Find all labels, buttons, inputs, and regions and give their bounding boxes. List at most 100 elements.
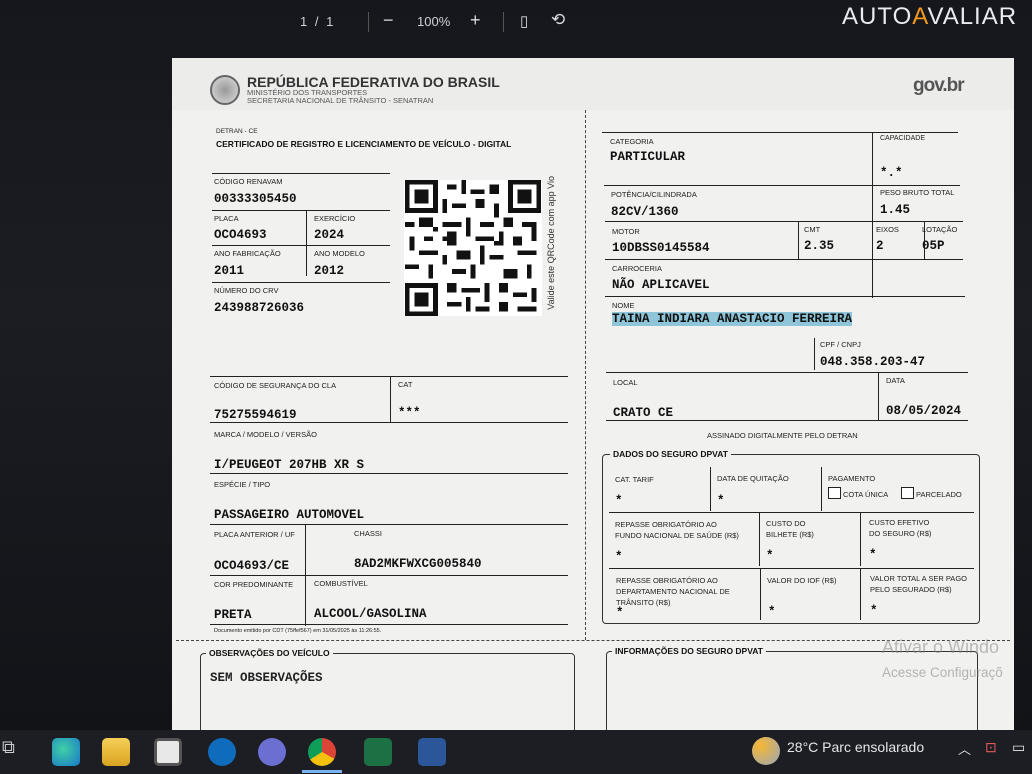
screen: 1 / 1 − 100% + ▯ ⟲ AUTOAVALIAR REPÚBLICA… (0, 0, 1032, 774)
fold-divider (585, 110, 586, 640)
capacidade-label: CAPACIDADE (880, 135, 925, 142)
document-header: REPÚBLICA FEDERATIVA DO BRASIL MINISTÉRI… (172, 58, 1014, 110)
combustivel-value: ALCOOL/GASOLINA (314, 607, 427, 621)
toolbar-divider (368, 12, 369, 32)
data-quitacao-label: DATA DE QUITAÇÃO (717, 474, 789, 483)
store-icon[interactable] (154, 738, 182, 766)
assinado-text: ASSINADO DIGITALMENTE PELO DETRAN (707, 431, 858, 440)
cla-value: 75275594619 (214, 408, 297, 422)
rule (210, 575, 568, 576)
plus-icon[interactable]: + (470, 10, 481, 31)
categoria-value: PARTICULAR (610, 150, 686, 164)
crv-label: NÚMERO DO CRV (214, 286, 279, 295)
weather-text[interactable]: 28°C Parc ensolarado (787, 739, 924, 755)
nome-label: NOME (612, 301, 635, 310)
rule (878, 372, 879, 420)
placa-label: PLACA (214, 214, 239, 223)
task-view-icon[interactable]: ⧉ (2, 737, 30, 765)
cota-unica-checkbox[interactable] (828, 487, 841, 499)
qr-caption: Valide este QRCode com app Vio (546, 176, 556, 310)
auto-avaliar-watermark: AUTOAVALIAR (842, 3, 1017, 31)
network-icon[interactable]: ▭ (1012, 739, 1025, 756)
rule (212, 173, 390, 174)
rule (860, 568, 861, 620)
watermark-suffix: VALIAR (927, 3, 1018, 30)
teams-icon[interactable] (258, 738, 286, 766)
rule (390, 376, 391, 422)
especie-label: ESPÉCIE / TIPO (214, 480, 271, 489)
repasse-transito-label-1: REPASSE OBRIGATÓRIO AO (616, 576, 718, 585)
exercicio-label: EXERCÍCIO (314, 214, 356, 223)
rule (605, 259, 963, 260)
dpvat-title: DADOS DO SEGURO DPVAT (610, 449, 731, 459)
capacidade-value: *.* (880, 166, 903, 180)
data-quitacao-value: * (717, 494, 725, 508)
lotacao-value: 05P (922, 239, 945, 253)
valor-total-label-1: VALOR TOTAL A SER PAGO (870, 574, 967, 583)
nome-value[interactable]: TAINA INDIARA ANASTACIO FERREIRA (612, 312, 853, 326)
especie-value: PASSAGEIRO AUTOMOVEL (214, 508, 365, 522)
parcelado-checkbox[interactable] (901, 487, 914, 499)
rule (609, 568, 974, 569)
rule (760, 568, 761, 620)
outlook-icon[interactable] (208, 738, 236, 766)
rule (798, 221, 799, 259)
brazil-seal-icon (210, 75, 240, 105)
zoom-level[interactable]: 100% (417, 14, 450, 29)
observacoes-title: OBSERVAÇÕES DO VEÍCULO (206, 648, 333, 658)
weather-icon[interactable] (752, 737, 780, 765)
pagamento-label: PAGAMENTO (828, 474, 876, 483)
cat-value: *** (398, 406, 421, 420)
file-explorer-icon[interactable] (102, 738, 130, 766)
rule (710, 467, 711, 511)
rule (210, 524, 568, 525)
marca-value: I/PEUGEOT 207HB XR S (214, 458, 365, 472)
detran-label: DETRAN - CE (216, 128, 258, 135)
rotate-icon[interactable]: ⟲ (551, 10, 565, 30)
repasse-saude-label-1: REPASSE OBRIGATÓRIO AO (615, 520, 717, 529)
rule (210, 376, 568, 377)
peso-label: PESO BRUTO TOTAL (880, 188, 955, 197)
local-value: CRATO CE (613, 406, 674, 420)
excel-icon[interactable] (364, 738, 392, 766)
govbr-logo: gov.br (913, 75, 965, 96)
cpf-value: 048.358.203-47 (820, 355, 926, 369)
custo-bilhete-label-2: BILHETE (R$) (766, 530, 814, 539)
activate-windows-settings: Acesse Configuraçõ (882, 665, 1003, 680)
carroceria-value: NÃO APLICAVEL (612, 278, 710, 292)
lotacao-label: LOTAÇÃO (922, 225, 958, 234)
rule (606, 372, 968, 373)
exercicio-value: 2024 (314, 228, 345, 242)
toolbar-divider (503, 12, 504, 32)
word-icon[interactable] (418, 738, 446, 766)
valor-total-value: * (870, 604, 878, 618)
repasse-transito-label-3: TRÂNSITO (R$) (616, 598, 671, 607)
chassi-value: 8AD2MKFWXCG005840 (354, 557, 482, 571)
minus-icon[interactable]: − (383, 10, 394, 31)
categoria-label: CATEGORIA (610, 137, 654, 146)
rule (210, 624, 568, 625)
placa-anterior-value: OCO4693/CE (214, 559, 290, 573)
chevron-up-icon[interactable]: ︿ (958, 739, 971, 758)
cat-tarif-value: * (615, 494, 623, 508)
custo-efetivo-label-2: DO SEGURO (R$) (869, 529, 932, 538)
rule (212, 210, 390, 211)
notification-icon[interactable]: ⊡ (985, 739, 997, 756)
data-label: DATA (886, 376, 905, 385)
renavam-value: 00333305450 (214, 192, 297, 206)
cat-tarif-label: CAT. TARIF (615, 475, 654, 484)
peso-value: 1.45 (880, 203, 911, 217)
eixos-value: 2 (876, 239, 884, 253)
chrome-icon[interactable] (308, 738, 336, 766)
rule (212, 282, 390, 283)
fit-page-icon[interactable]: ▯ (520, 12, 528, 30)
rule (872, 132, 873, 298)
carroceria-label: CARROCERIA (612, 264, 663, 273)
qr-code-icon[interactable] (404, 180, 542, 316)
edge-icon[interactable] (52, 738, 80, 766)
eixos-label: EIXOS (876, 225, 899, 234)
rule (606, 420, 968, 421)
rule (602, 132, 958, 133)
page-indicator: 1 / 1 (300, 14, 336, 29)
repasse-transito-label-2: DEPARTAMENTO NACIONAL DE (616, 587, 730, 596)
